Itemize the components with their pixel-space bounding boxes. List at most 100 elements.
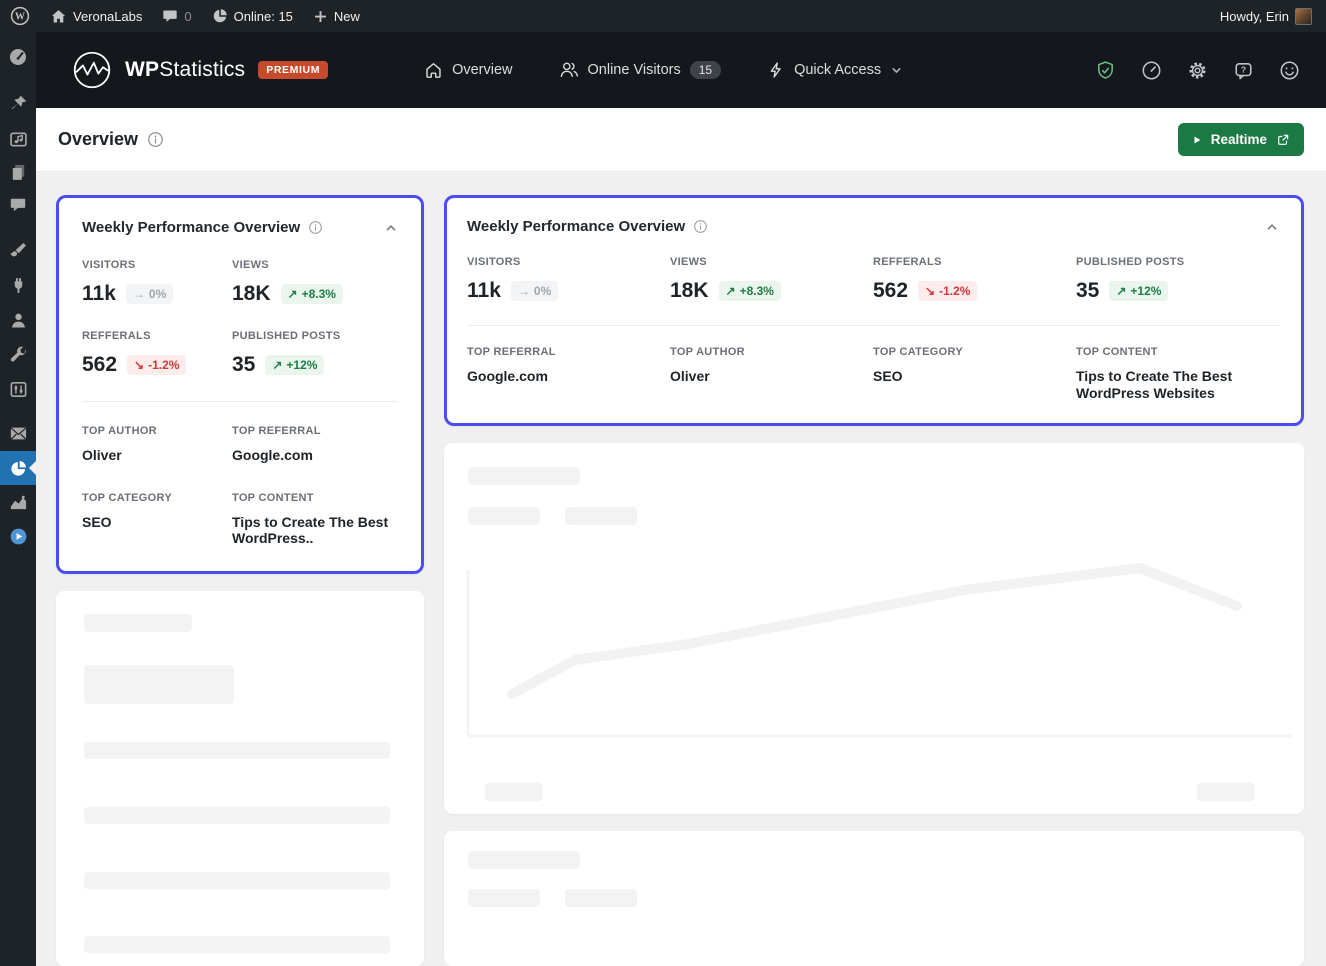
stat-block: REFFERALS 562 ↘-1.2% (82, 330, 232, 377)
smiley-icon[interactable] (1279, 60, 1300, 81)
stats-grid: VISITORS 11k →0% VIEWS 18K ↗+8.3% REFFER… (82, 259, 398, 377)
skeleton-bar (84, 807, 390, 824)
sidebar-item-analytics[interactable] (0, 485, 36, 519)
new-label: New (334, 9, 360, 24)
home-icon (50, 8, 67, 25)
card-title: Weekly Performance Overview (467, 218, 685, 235)
divider (467, 325, 1279, 326)
stat-block: VIEWS 18K ↗+8.3% (670, 256, 873, 303)
sidebar-item-pages[interactable] (0, 155, 36, 189)
skeleton-block (84, 665, 234, 704)
weekly-performance-card-wide: Weekly Performance Overview VISITORS 11k… (444, 195, 1304, 426)
skeleton-bar (84, 742, 390, 759)
sidebar-item-wp-statistics[interactable] (0, 451, 36, 485)
user-icon (9, 311, 28, 330)
tops-grid: TOP AUTHOR Oliver TOP REFERRAL Google.co… (82, 425, 398, 547)
skeleton-line-chart (464, 563, 1294, 748)
external-link-icon (1276, 133, 1290, 147)
top-block: TOP CONTENT Tips to Create The Best Word… (232, 492, 398, 547)
avatar (1295, 8, 1312, 25)
comments-icon (9, 196, 27, 214)
chevron-up-icon (384, 221, 398, 235)
page-title: Overview (58, 129, 164, 150)
skeleton-chip (565, 507, 637, 525)
online-visitors-count-badge: 15 (690, 61, 721, 79)
collapse-button[interactable] (384, 221, 398, 235)
app: W VeronaLabs 0 Online: 15 New Howdy, Eri… (0, 0, 1326, 966)
new-content-menu[interactable]: New (313, 9, 360, 24)
sidebar-item-posts[interactable] (0, 86, 36, 120)
online-visitors-menu[interactable]: Online: 15 (212, 8, 293, 24)
top-block: TOP CATEGORY SEO (873, 346, 1076, 401)
wps-brand-text: WPStatistics (125, 58, 245, 82)
comment-icon (162, 8, 178, 24)
sidebar-item-dashboard[interactable] (0, 40, 36, 74)
wrench-icon (9, 346, 28, 365)
top-block: TOP REFERRAL Google.com (467, 346, 670, 401)
pie-icon (212, 8, 228, 24)
trend-badge: ↘-1.2% (127, 355, 186, 375)
right-column: Weekly Performance Overview VISITORS 11k… (444, 195, 1304, 966)
wp-admin-sidebar (0, 32, 36, 966)
sidebar-item-users[interactable] (0, 303, 36, 337)
sidebar-item-plugins[interactable] (0, 268, 36, 302)
wps-brand[interactable]: WPStatistics PREMIUM (72, 50, 328, 90)
admin-bar-left: W VeronaLabs 0 Online: 15 New (10, 6, 360, 26)
skeleton-bar (485, 783, 543, 801)
wordpress-logo-menu[interactable]: W (10, 6, 30, 26)
comments-menu[interactable]: 0 (162, 8, 191, 24)
sidebar-item-appearance[interactable] (0, 233, 36, 267)
divider (82, 401, 398, 402)
nav-item-quick-access[interactable]: Quick Access (767, 61, 903, 79)
top-block: TOP REFERRAL Google.com (232, 425, 398, 464)
lightning-icon (767, 61, 785, 79)
gear-icon[interactable] (1187, 60, 1208, 81)
card-header: Weekly Performance Overview (82, 219, 398, 236)
nav-item-online-visitors[interactable]: Online Visitors 15 (559, 60, 722, 80)
gauge-icon[interactable] (1141, 60, 1162, 81)
card-title: Weekly Performance Overview (82, 219, 300, 236)
play-circle-icon (9, 527, 28, 546)
top-block: TOP CONTENT Tips to Create The Best Word… (1076, 346, 1279, 401)
svg-text:?: ? (1241, 64, 1246, 74)
area-chart-icon (9, 493, 28, 512)
pages-icon (9, 163, 28, 182)
info-icon[interactable] (693, 219, 708, 234)
weekly-performance-card-compact: Weekly Performance Overview VISITORS 11k… (56, 195, 424, 574)
page-title-bar: Overview Realtime (36, 108, 1326, 172)
trend-badge: →0% (511, 281, 558, 301)
top-block: TOP CATEGORY SEO (82, 492, 232, 547)
help-icon[interactable]: ? (1233, 60, 1254, 81)
sidebar-item-tools[interactable] (0, 338, 36, 372)
collapse-button[interactable] (1265, 220, 1279, 234)
tops-grid: TOP REFERRAL Google.com TOP AUTHOR Olive… (467, 346, 1279, 401)
wps-logo-icon (72, 50, 112, 90)
stat-block: REFFERALS 562 ↘-1.2% (873, 256, 1076, 303)
media-icon (9, 130, 28, 149)
site-name: VeronaLabs (73, 9, 142, 24)
svg-text:W: W (15, 12, 25, 23)
sliders-icon (9, 380, 28, 399)
wps-header: WPStatistics PREMIUM Overview Online Vis… (36, 32, 1326, 108)
sidebar-item-video[interactable] (0, 519, 36, 553)
top-block: TOP AUTHOR Oliver (670, 346, 873, 401)
info-icon[interactable] (308, 220, 323, 235)
sidebar-item-media[interactable] (0, 122, 36, 156)
shield-check-icon[interactable] (1095, 60, 1116, 81)
sidebar-item-settings[interactable] (0, 372, 36, 406)
content-area: Weekly Performance Overview VISITORS 11k… (36, 172, 1326, 966)
sidebar-item-comments[interactable] (0, 188, 36, 222)
info-icon[interactable] (147, 131, 164, 148)
skeleton-bar (84, 936, 390, 953)
nav-item-overview[interactable]: Overview (424, 61, 512, 80)
trend-badge: ↗+8.3% (719, 281, 781, 301)
paintbrush-icon (9, 241, 28, 260)
howdy-text: Howdy, Erin (1220, 9, 1289, 24)
site-name-menu[interactable]: VeronaLabs (50, 8, 142, 25)
my-account-menu[interactable]: Howdy, Erin (1220, 8, 1312, 25)
envelope-icon (9, 424, 28, 443)
sidebar-item-mail[interactable] (0, 416, 36, 450)
online-count-label: Online: 15 (234, 9, 293, 24)
realtime-button[interactable]: Realtime (1178, 123, 1304, 156)
wps-utility-icons: ? (1095, 60, 1300, 81)
